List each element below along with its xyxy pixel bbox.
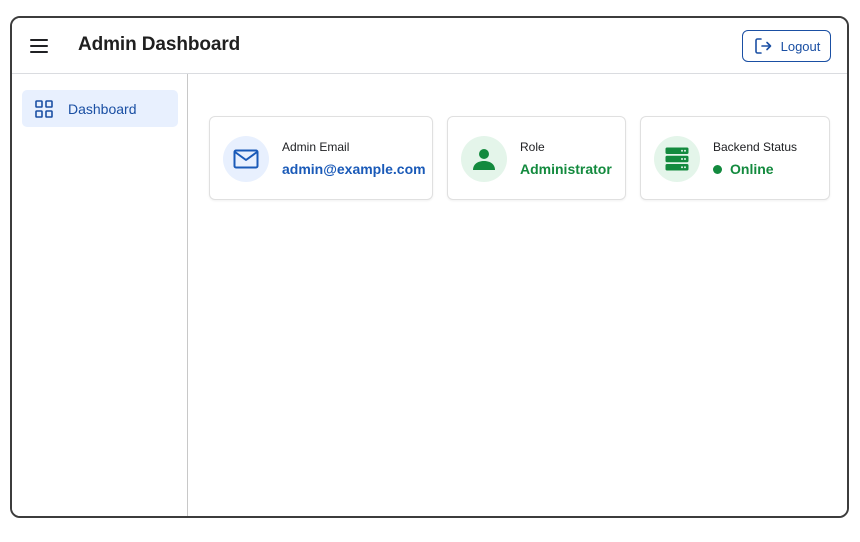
grid-icon [35, 99, 53, 118]
mail-icon-container [223, 136, 269, 182]
admin-email-value: admin@example.com [282, 161, 426, 177]
menu-button[interactable] [28, 34, 56, 58]
backend-status-label: Backend Status [713, 140, 798, 154]
sidebar: Dashboard [12, 74, 188, 516]
sidebar-item-dashboard[interactable]: Dashboard [22, 90, 178, 127]
logout-label: Logout [780, 38, 821, 54]
sidebar-item-label: Dashboard [68, 100, 137, 117]
admin-email-card: Admin Email admin@example.com [209, 116, 433, 200]
page-title: Admin Dashboard [78, 34, 241, 55]
server-icon [665, 147, 689, 171]
status-indicator-dot [713, 164, 722, 174]
role-card: Role Administrator [447, 116, 626, 200]
server-icon-container [654, 136, 700, 182]
admin-email-label: Admin Email [282, 140, 350, 154]
logout-icon [754, 38, 771, 54]
backend-status-card: Backend Status Online [640, 116, 830, 200]
role-label: Role [520, 140, 545, 154]
hamburger-menu-icon [30, 39, 48, 53]
app-window: Admin Dashboard Logout Dashboard Admin E… [10, 16, 849, 518]
person-icon [473, 149, 495, 170]
backend-status-value: Online [713, 161, 774, 177]
person-icon-container [461, 136, 507, 182]
status-text: Online [730, 161, 774, 177]
logout-button[interactable]: Logout [742, 30, 831, 62]
mail-icon [233, 149, 259, 169]
main-content: Admin Email admin@example.com Role Admin… [189, 74, 847, 516]
top-app-bar: Admin Dashboard Logout [12, 18, 847, 74]
role-value: Administrator [520, 161, 612, 177]
